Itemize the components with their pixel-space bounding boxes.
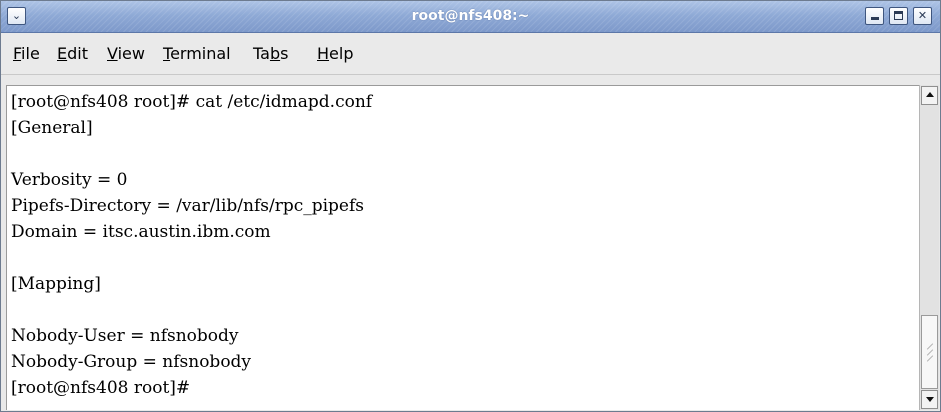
maximize-button[interactable] bbox=[889, 7, 908, 25]
menu-help-mnemonic: H bbox=[317, 44, 330, 63]
menu-view[interactable]: View bbox=[107, 33, 145, 75]
arrow-up-icon bbox=[926, 92, 934, 97]
menu-tabs-pre: Ta bbox=[253, 44, 270, 63]
terminal-line: [General] bbox=[11, 118, 93, 138]
menu-file[interactable]: File bbox=[13, 33, 40, 75]
terminal-line: Nobody-User = nfsnobody bbox=[11, 326, 239, 346]
menu-tabs-mnemonic: b bbox=[269, 44, 281, 63]
menu-view-post: iew bbox=[117, 44, 145, 63]
menu-help[interactable]: Help bbox=[317, 33, 353, 75]
menu-file-post: ile bbox=[21, 44, 40, 63]
scroll-up-button[interactable] bbox=[921, 86, 938, 105]
terminal-window: root@nfs408:~ ⌄ ✕ File Edit View Termina… bbox=[0, 0, 941, 412]
window-menu-button[interactable]: ⌄ bbox=[7, 7, 26, 25]
terminal-line: Domain = itsc.austin.ibm.com bbox=[11, 222, 271, 242]
scroll-down-button[interactable] bbox=[921, 390, 938, 409]
menu-help-post: elp bbox=[329, 44, 354, 63]
menu-file-mnemonic: F bbox=[13, 44, 22, 63]
terminal-line: [Mapping] bbox=[11, 274, 101, 294]
menu-edit-post: dit bbox=[67, 44, 88, 63]
menu-edit-mnemonic: E bbox=[57, 44, 68, 63]
menu-view-mnemonic: V bbox=[107, 44, 118, 63]
terminal-line: Pipefs-Directory = /var/lib/nfs/rpc_pipe… bbox=[11, 196, 365, 216]
terminal-line: Verbosity = 0 bbox=[11, 170, 128, 190]
terminal-line: Nobody-Group = nfsnobody bbox=[11, 352, 252, 372]
terminal-line: [root@nfs408 root]# bbox=[11, 378, 191, 398]
grip-line bbox=[926, 355, 934, 362]
terminal-line: [root@nfs408 root]# cat /etc/idmapd.conf bbox=[11, 92, 373, 112]
chevron-down-icon: ⌄ bbox=[11, 9, 22, 22]
arrow-down-icon bbox=[926, 397, 934, 402]
maximize-icon bbox=[894, 11, 903, 20]
title-bar[interactable]: root@nfs408:~ ⌄ ✕ bbox=[1, 1, 940, 33]
close-button[interactable]: ✕ bbox=[913, 7, 932, 25]
menu-terminal[interactable]: Terminal bbox=[163, 33, 231, 75]
menu-tabs-post: s bbox=[280, 44, 289, 63]
menu-tabs[interactable]: Tabs bbox=[253, 33, 288, 75]
scrollbar-thumb[interactable] bbox=[921, 315, 938, 389]
minimize-button[interactable] bbox=[865, 7, 884, 25]
close-icon: ✕ bbox=[917, 9, 928, 22]
menu-terminal-post: erminal bbox=[170, 44, 231, 63]
menu-edit[interactable]: Edit bbox=[57, 33, 88, 75]
menu-terminal-mnemonic: T bbox=[163, 44, 171, 63]
minimize-icon bbox=[871, 17, 879, 20]
vertical-scrollbar[interactable] bbox=[919, 85, 939, 410]
window-title: root@nfs408:~ bbox=[411, 8, 530, 24]
menu-bar: File Edit View Terminal Tabs Help bbox=[1, 33, 940, 75]
terminal-output[interactable]: [root@nfs408 root]# cat /etc/idmapd.conf… bbox=[6, 85, 919, 410]
